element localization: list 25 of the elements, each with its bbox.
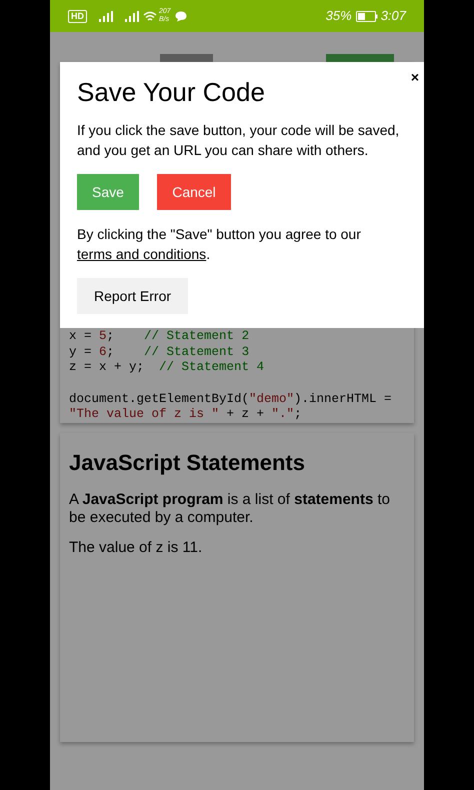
toolbar-button[interactable] xyxy=(160,54,213,62)
code-line: document.getElementById("demo").innerHTML = xyxy=(69,392,392,408)
terms-text: By clicking the "Save" button you agree to our terms and conditions. xyxy=(77,225,362,264)
hd-badge: HD xyxy=(68,10,87,22)
code-line: z = x + y; // Statement 4 xyxy=(69,360,264,376)
dialog-message: If you click the save button, your code will be saved, and you get an URL you can share with others. xyxy=(77,121,400,160)
battery-icon xyxy=(356,10,378,22)
result-paragraph: The value of z is 11. xyxy=(69,539,204,557)
code-line: "The value of z is " + z + "."; xyxy=(69,407,302,423)
dialog-title: Save Your Code xyxy=(77,76,266,108)
close-button[interactable]: × xyxy=(410,70,419,84)
wifi-icon xyxy=(143,10,157,22)
chat-icon xyxy=(174,10,187,22)
result-paragraph: A JavaScript program is a list of statements to be executed by a computer. xyxy=(69,491,391,527)
cancel-button[interactable]: Cancel xyxy=(157,174,231,210)
signal-icon xyxy=(99,10,113,22)
terms-link[interactable]: terms and conditions xyxy=(77,246,206,262)
clock: 3:07 xyxy=(380,7,406,26)
toolbar-button[interactable] xyxy=(326,54,394,62)
code-line: x = 5; // Statement 2 xyxy=(69,328,250,345)
signal-icon xyxy=(125,10,139,22)
report-error-button[interactable]: Report Error xyxy=(77,278,188,314)
code-line: y = 6; // Statement 3 xyxy=(69,344,250,360)
result-heading: JavaScript Statements xyxy=(69,449,306,477)
battery-percent: 35% xyxy=(326,7,352,26)
